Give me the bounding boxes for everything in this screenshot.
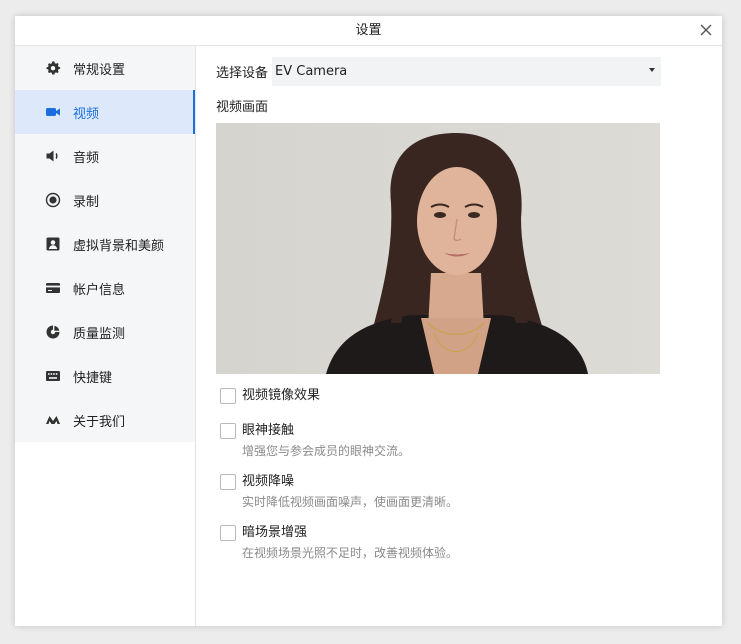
sidebar-item-about[interactable]: 关于我们	[15, 398, 195, 442]
camera-feed-image	[216, 123, 660, 374]
close-icon	[700, 24, 712, 36]
portrait-icon	[45, 236, 61, 252]
sidebar-item-label: 录制	[73, 194, 100, 210]
option-title: 眼神接触	[242, 423, 295, 438]
denoise-checkbox[interactable]	[220, 474, 236, 490]
sidebar-item-general[interactable]: 常规设置	[15, 46, 195, 90]
eye-contact-checkbox[interactable]	[220, 423, 236, 439]
sidebar-item-shortcuts[interactable]: 快捷键	[15, 354, 195, 398]
low-light-checkbox[interactable]	[220, 525, 236, 541]
close-button[interactable]	[696, 20, 716, 40]
sidebar-item-account[interactable]: 帐户信息	[15, 266, 195, 310]
mirror-checkbox[interactable]	[220, 388, 236, 404]
monitor-icon	[45, 324, 61, 340]
option-mirror: 视频镜像效果	[220, 387, 320, 404]
option-denoise: 视频降噪 实时降低视频画面噪声，使画面更清晰。	[220, 473, 458, 511]
preview-label: 视频画面	[216, 100, 269, 115]
device-label: 选择设备	[216, 66, 269, 81]
device-row: 选择设备 EV Camera	[216, 57, 661, 86]
logo-icon	[45, 412, 61, 428]
option-title: 暗场景增强	[242, 525, 308, 540]
sidebar-item-label: 关于我们	[73, 414, 126, 430]
card-icon	[45, 280, 61, 296]
sidebar-divider	[195, 46, 196, 626]
sidebar-item-recording[interactable]: 录制	[15, 178, 195, 222]
sidebar-item-label: 帐户信息	[73, 282, 126, 298]
device-select[interactable]: EV Camera	[272, 57, 661, 86]
option-title: 视频镜像效果	[242, 388, 321, 403]
option-low-light: 暗场景增强 在视频场景光照不足时，改善视频体验。	[220, 524, 458, 562]
chevron-down-icon	[649, 68, 655, 72]
record-icon	[45, 192, 61, 208]
sidebar-item-label: 快捷键	[73, 370, 113, 386]
sidebar: 常规设置 视频 音频 录制 虚拟背景和美颜 帐户信息 质量监测 快捷键 关于我们	[15, 46, 195, 442]
speaker-icon	[45, 148, 61, 164]
sidebar-item-label: 常规设置	[73, 62, 126, 78]
option-desc: 实时降低视频画面噪声，使画面更清晰。	[242, 495, 459, 509]
window-title: 设置	[355, 23, 382, 38]
gear-icon	[45, 60, 61, 76]
settings-window: 设置 常规设置 视频 音频 录制 虚拟背景和美颜 帐户信息 质量监测 快捷键 关…	[15, 16, 722, 626]
video-preview	[216, 123, 660, 374]
option-eye-contact: 眼神接触 增强您与参会成员的眼神交流。	[220, 422, 410, 460]
option-desc: 在视频场景光照不足时，改善视频体验。	[242, 546, 459, 560]
sidebar-item-label: 虚拟背景和美颜	[73, 238, 165, 254]
option-desc: 增强您与参会成员的眼神交流。	[242, 444, 411, 458]
sidebar-item-quality-monitor[interactable]: 质量监测	[15, 310, 195, 354]
title-bar: 设置	[15, 16, 722, 46]
device-select-value: EV Camera	[275, 64, 348, 79]
keyboard-icon	[45, 368, 61, 384]
sidebar-item-video[interactable]: 视频	[15, 90, 195, 134]
sidebar-item-virtual-background[interactable]: 虚拟背景和美颜	[15, 222, 195, 266]
sidebar-item-label: 音频	[73, 150, 100, 166]
video-camera-icon	[45, 104, 61, 120]
sidebar-item-audio[interactable]: 音频	[15, 134, 195, 178]
sidebar-item-label: 质量监测	[73, 326, 126, 342]
option-title: 视频降噪	[242, 474, 295, 489]
sidebar-item-label: 视频	[73, 106, 100, 122]
